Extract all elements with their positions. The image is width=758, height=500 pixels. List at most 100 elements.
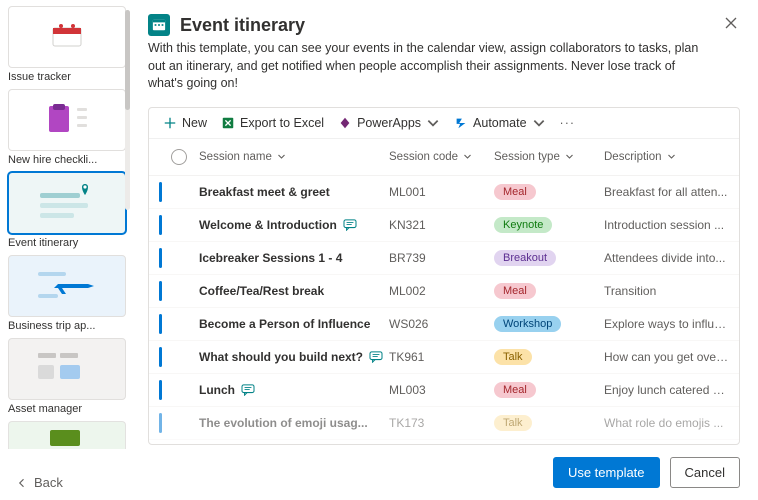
- template-label: Issue tracker: [8, 68, 126, 83]
- use-template-button[interactable]: Use template: [553, 457, 660, 488]
- template-card-event-itinerary[interactable]: Event itinerary: [8, 172, 126, 249]
- table-row[interactable]: Lunch ML003 Meal Enjoy lunch catered b..…: [149, 374, 739, 407]
- cell-session-name: Breakfast meet & greet: [199, 185, 389, 199]
- rows-container: Breakfast meet & greet ML001 Meal Breakf…: [149, 176, 739, 445]
- chevron-left-icon: [16, 477, 28, 489]
- excel-icon: [221, 116, 235, 130]
- app-root: Issue tracker New hire checkli...: [0, 0, 758, 500]
- cell-session-name: Coffee/Tea/Rest break: [199, 284, 389, 298]
- powerapps-button[interactable]: PowerApps: [338, 116, 440, 130]
- col-session-type[interactable]: Session type: [494, 151, 604, 163]
- row-marker: [159, 380, 162, 400]
- command-bar: New Export to Excel PowerApps Automate ·…: [149, 108, 739, 139]
- comment-icon: [241, 384, 255, 396]
- row-marker: [159, 248, 162, 268]
- cell-description: How can you get over...: [604, 350, 729, 364]
- cancel-button[interactable]: Cancel: [670, 457, 740, 488]
- template-thumb: [8, 172, 126, 234]
- template-label: Asset manager: [8, 400, 126, 415]
- cell-session-type: Breakout: [494, 250, 604, 266]
- template-label: New hire checkli...: [8, 151, 126, 166]
- comment-icon: [369, 351, 383, 363]
- select-all[interactable]: [159, 149, 199, 165]
- powerapps-icon: [338, 116, 352, 130]
- cell-description: Breakfast for all atten...: [604, 185, 729, 199]
- template-thumb: [8, 6, 126, 68]
- cell-session-code: BR739: [389, 251, 494, 265]
- template-thumb: [8, 338, 126, 400]
- chevron-down-icon: [426, 116, 440, 130]
- chevron-down-icon: [463, 152, 472, 161]
- cell-session-name: Become a Person of Influence: [199, 317, 389, 331]
- cell-session-code: WS026: [389, 317, 494, 331]
- cell-description: What role do emojis ...: [604, 416, 729, 430]
- page-description: With this template, you can see your eve…: [148, 40, 708, 93]
- column-headers: Session name Session code Session type D…: [149, 139, 739, 176]
- automate-label: Automate: [473, 116, 527, 130]
- main-panel: Event itinerary With this template, you …: [130, 0, 758, 500]
- table-row[interactable]: What should you build next? TK961 Talk H…: [149, 341, 739, 374]
- col-session-name[interactable]: Session name: [199, 151, 389, 163]
- automate-button[interactable]: Automate: [454, 116, 546, 130]
- chevron-down-icon: [277, 152, 286, 161]
- cell-session-type: Talk: [494, 415, 604, 431]
- sidebar-scrollbar-thumb[interactable]: [125, 10, 130, 110]
- sidebar-scrollbar[interactable]: [125, 10, 130, 210]
- row-marker: [159, 182, 162, 202]
- cell-session-code: TK961: [389, 350, 494, 364]
- cell-session-type: Workshop: [494, 316, 604, 332]
- cell-session-name: Lunch: [199, 383, 389, 397]
- chevron-down-icon: [667, 152, 676, 161]
- close-button[interactable]: [722, 14, 740, 35]
- col-session-code[interactable]: Session code: [389, 151, 494, 163]
- list-container: New Export to Excel PowerApps Automate ·…: [148, 107, 740, 446]
- template-thumb: [8, 421, 126, 449]
- calendar-icon: [148, 14, 170, 36]
- cell-session-type: Meal: [494, 184, 604, 200]
- cell-session-code: ML001: [389, 185, 494, 199]
- table-row[interactable]: Welcome & Introduction KN321 Keynote Int…: [149, 209, 739, 242]
- table-row[interactable]: The evolution of emoji usag... TK173 Tal…: [149, 407, 739, 440]
- cell-session-type: Keynote: [494, 217, 604, 233]
- cell-description: Attendees divide into...: [604, 251, 729, 265]
- close-icon: [724, 16, 738, 30]
- col-description[interactable]: Description: [604, 151, 729, 163]
- row-marker: [159, 281, 162, 301]
- cell-description: Enjoy lunch catered b...: [604, 383, 729, 397]
- template-thumb: [8, 89, 126, 151]
- cell-session-type: Talk: [494, 349, 604, 365]
- plus-icon: [163, 116, 177, 130]
- cell-description: Transition: [604, 284, 729, 298]
- cell-session-code: KN321: [389, 218, 494, 232]
- table-row[interactable]: Breakfast meet & greet ML001 Meal Breakf…: [149, 176, 739, 209]
- dialog-footer: Use template Cancel: [148, 445, 740, 488]
- template-card-more[interactable]: [8, 421, 126, 449]
- table-row[interactable]: Become a Person of Influence WS026 Works…: [149, 308, 739, 341]
- table-row[interactable]: Icebreaker Sessions 1 - 4 BR739 Breakout…: [149, 242, 739, 275]
- powerapps-label: PowerApps: [357, 116, 421, 130]
- back-button[interactable]: Back: [16, 475, 63, 490]
- template-card-asset-manager[interactable]: Asset manager: [8, 338, 126, 415]
- cell-session-code: ML003: [389, 383, 494, 397]
- row-marker: [159, 413, 162, 433]
- cell-session-type: Meal: [494, 283, 604, 299]
- flow-icon: [454, 116, 468, 130]
- template-card-issue-tracker[interactable]: Issue tracker: [8, 6, 126, 83]
- row-marker: [159, 314, 162, 334]
- cell-description: Introduction session ...: [604, 218, 729, 232]
- cell-session-name: Welcome & Introduction: [199, 218, 389, 232]
- page-title: Event itinerary: [180, 15, 305, 36]
- back-label: Back: [34, 475, 63, 490]
- cell-description: Explore ways to influe...: [604, 317, 729, 331]
- export-button[interactable]: Export to Excel: [221, 116, 324, 130]
- more-button[interactable]: ···: [560, 116, 576, 130]
- export-label: Export to Excel: [240, 116, 324, 130]
- header: Event itinerary With this template, you …: [148, 14, 740, 93]
- table-row[interactable]: Coffee/Tea/Rest break ML002 Meal Transit…: [149, 275, 739, 308]
- chevron-down-icon: [565, 152, 574, 161]
- new-button[interactable]: New: [163, 116, 207, 130]
- template-card-business-trip[interactable]: Business trip ap...: [8, 255, 126, 332]
- cell-session-name: What should you build next?: [199, 350, 389, 364]
- chevron-down-icon: [532, 116, 546, 130]
- template-card-new-hire[interactable]: New hire checkli...: [8, 89, 126, 166]
